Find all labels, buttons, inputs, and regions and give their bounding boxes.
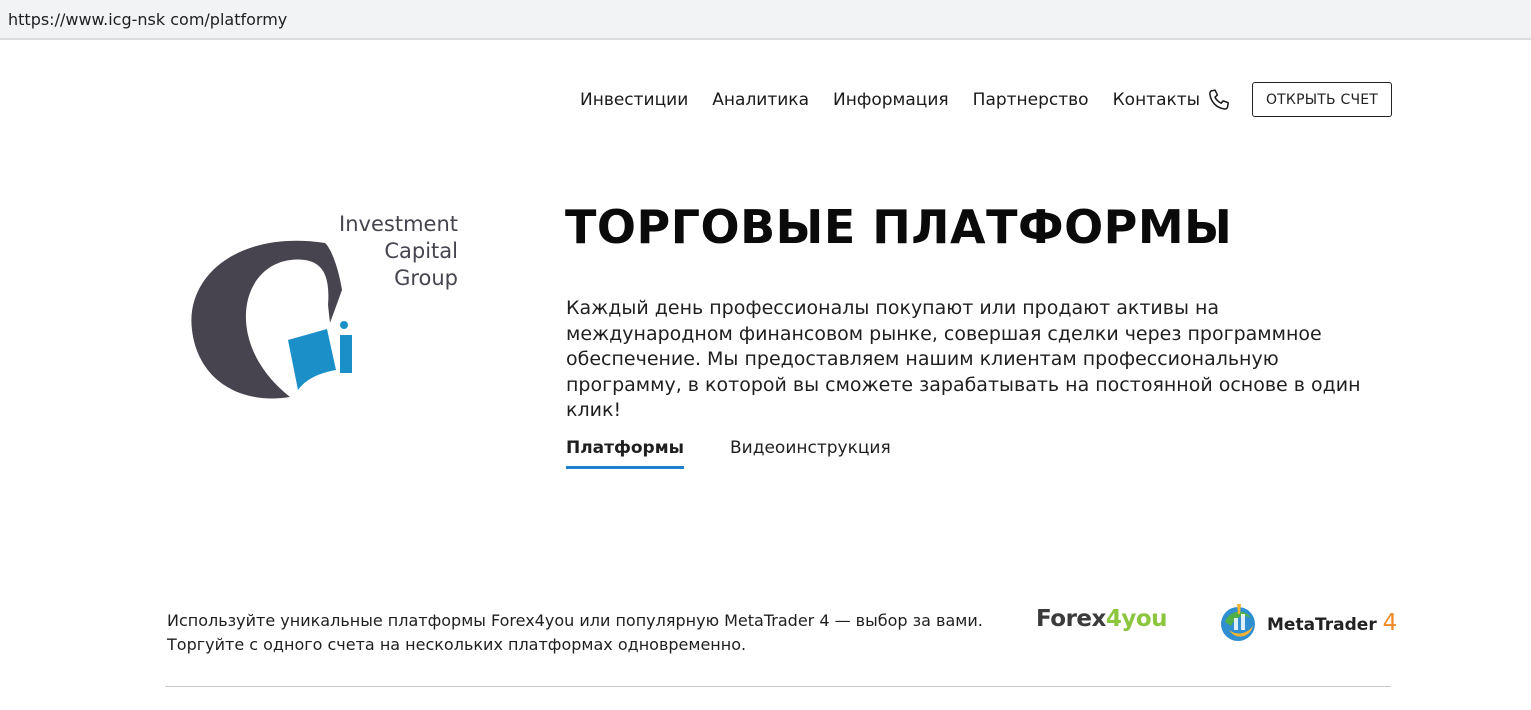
forex4you-logo[interactable]: Forex4you: [1036, 606, 1168, 632]
metatrader-name: MetaTrader: [1267, 615, 1377, 635]
open-account-button[interactable]: ОТКРЫТЬ СЧЕТ: [1252, 82, 1392, 117]
metatrader-wordmark: MetaTrader 4: [1267, 610, 1397, 636]
icg-logo[interactable]: Investment Capital Group: [180, 205, 480, 415]
platforms-info: Используйте уникальные платформы Forex4y…: [167, 609, 983, 657]
page-description: Каждый день профессионалы покупают или п…: [566, 297, 1361, 421]
nav-item-investments[interactable]: Инвестиции: [580, 90, 688, 110]
forex4you-digit: 4: [1105, 606, 1122, 632]
logo-line-investment: Investment: [339, 212, 458, 236]
nav-item-contacts[interactable]: Контакты: [1113, 90, 1201, 110]
platforms-info-line-2: Торгуйте с одного счета на нескольких пл…: [167, 635, 747, 654]
nav-item-information[interactable]: Информация: [833, 90, 949, 110]
logo-line-capital: Capital: [384, 239, 458, 263]
logo-blue-flag: [288, 329, 336, 390]
nav-item-analytics[interactable]: Аналитика: [712, 90, 809, 110]
tab-video-instruction[interactable]: Видеоинструкция: [730, 438, 891, 469]
page-title: ТОРГОВЫЕ ПЛАТФОРМЫ: [565, 200, 1233, 254]
section-divider: [165, 686, 1391, 687]
content-tabs: Платформы Видеоинструкция: [566, 438, 891, 469]
metatrader4-logo[interactable]: MetaTrader 4: [1217, 600, 1397, 644]
tab-platforms[interactable]: Платформы: [566, 438, 684, 469]
forex4you-suffix: you: [1121, 606, 1168, 632]
phone-icon[interactable]: [1206, 87, 1232, 113]
platforms-info-line-1: Используйте уникальные платформы Forex4y…: [167, 611, 983, 630]
metatrader-version: 4: [1382, 610, 1398, 636]
nav-item-partnership[interactable]: Партнерство: [973, 90, 1089, 110]
metatrader-globe-icon: [1221, 604, 1255, 641]
logo-line-group: Group: [394, 266, 458, 290]
forex4you-prefix: Forex: [1036, 606, 1106, 632]
browser-address-bar[interactable]: https://www.icg-nsk com/platformy: [0, 0, 1531, 40]
url-text[interactable]: https://www.icg-nsk com/platformy: [8, 10, 287, 29]
main-nav: Инвестиции Аналитика Информация Партнерс…: [580, 82, 1224, 118]
logo-wordmark: Investment Capital Group: [339, 211, 458, 292]
